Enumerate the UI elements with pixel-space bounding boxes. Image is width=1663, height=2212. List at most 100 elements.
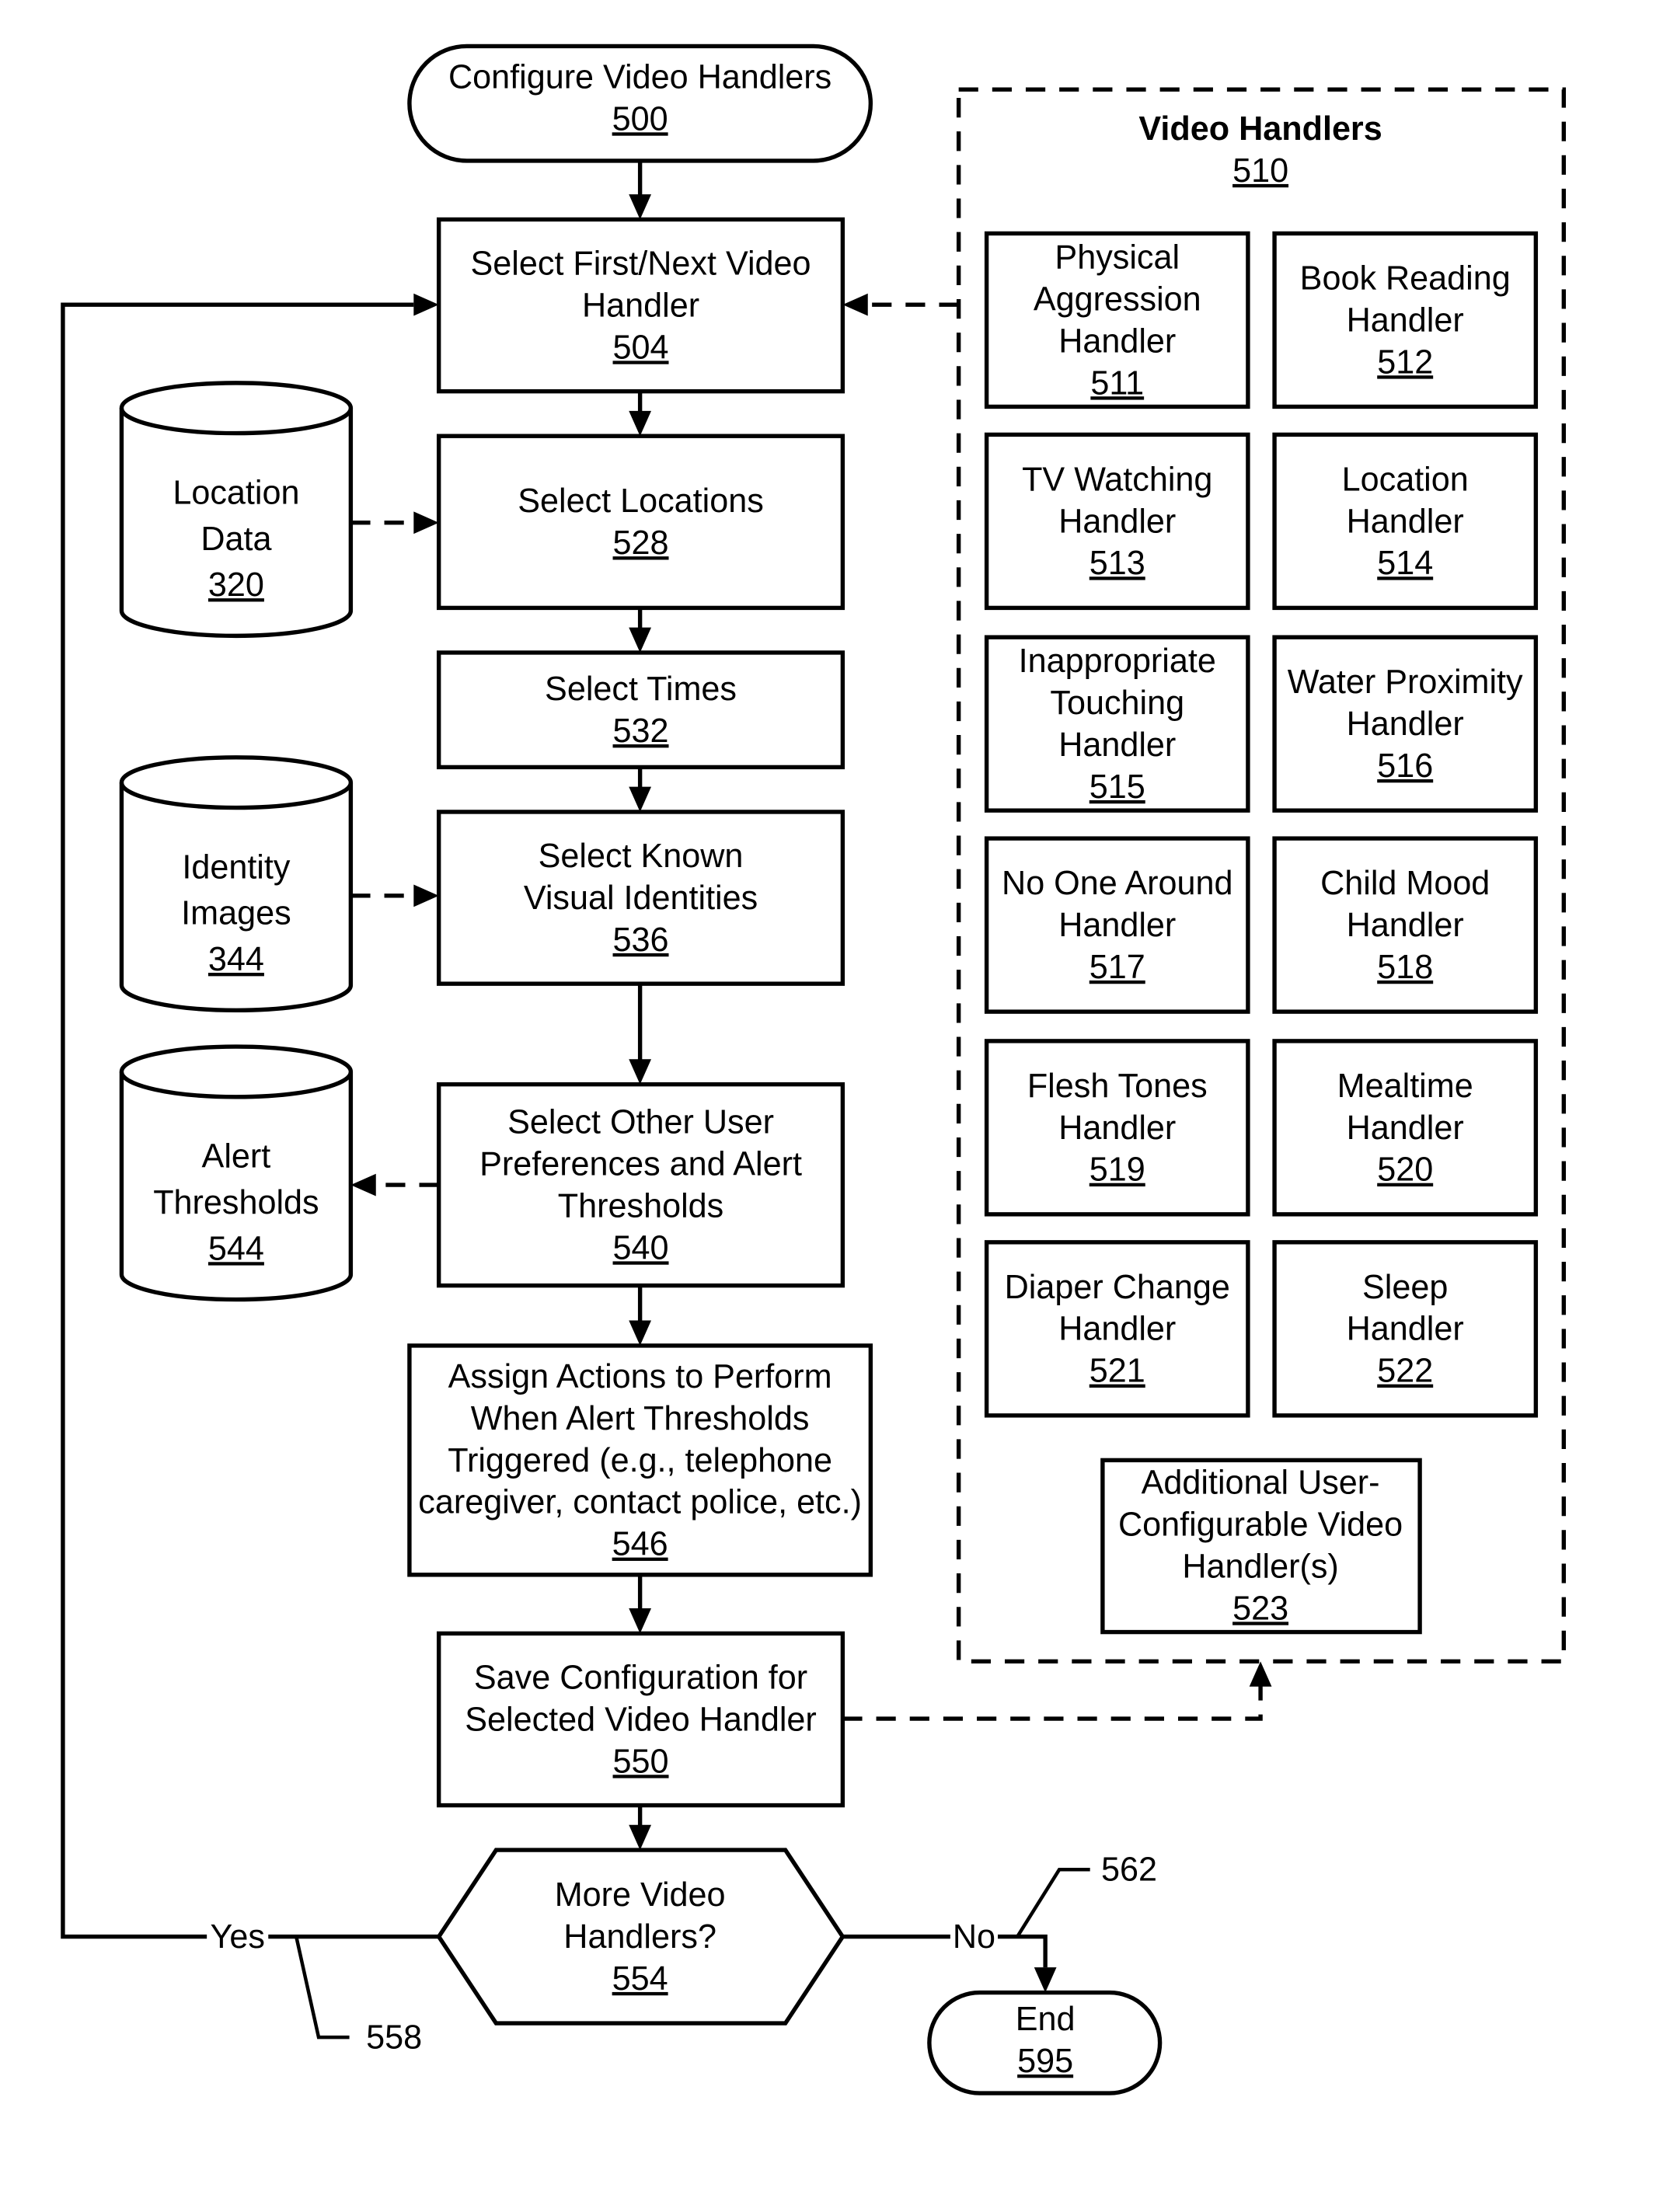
node-label-line: Flesh Tones <box>1027 1068 1208 1105</box>
node-label-line: Handlers? <box>563 1918 716 1956</box>
reference-number: 522 <box>1377 1353 1433 1390</box>
reference-number: 344 <box>208 941 264 978</box>
node-label-line: Data <box>200 521 271 558</box>
node-label-line: End <box>1016 2001 1076 2038</box>
node-label-line: Physical <box>1055 239 1180 276</box>
arrowhead-icon <box>629 194 652 220</box>
database-location-data: Location Data 320 <box>119 381 354 639</box>
node-label-line: Select Times <box>545 671 737 708</box>
arrowhead-icon <box>413 884 439 907</box>
reference-number: 550 <box>613 1743 669 1780</box>
node-label-line: Select Known <box>539 838 744 875</box>
node-label-line: Child Mood <box>1320 865 1490 902</box>
process-step-select-identities: Select Known Visual Identities 536 <box>436 810 845 986</box>
callout-leader-562 <box>1016 1868 1090 1938</box>
node-label-line: Handler <box>1347 1109 1464 1147</box>
node-label-line: Alert <box>202 1138 271 1176</box>
reference-number: 511 <box>1090 364 1144 402</box>
reference-number: 595 <box>1017 2043 1073 2080</box>
node-label-line: Thresholds <box>558 1187 723 1224</box>
reference-number: 536 <box>613 921 669 959</box>
node-label-line: Select Locations <box>518 482 764 520</box>
handler-512: Book Reading Handler 512 <box>1272 231 1539 409</box>
handler-514: Location Handler 514 <box>1272 432 1539 611</box>
reference-number: 320 <box>208 566 264 604</box>
callout-leader-558 <box>295 1936 350 2040</box>
handlers-group-title: Video Handlers <box>1138 110 1382 148</box>
handler-518: Child Mood Handler 518 <box>1272 836 1539 1014</box>
node-label-line: TV Watching <box>1022 461 1212 498</box>
node-label-line: Assign Actions to Perform <box>448 1358 832 1395</box>
reference-number: 521 <box>1089 1353 1145 1390</box>
reference-number: 520 <box>1377 1151 1433 1189</box>
node-label-line: More Video <box>555 1876 726 1914</box>
reference-number: 523 <box>1232 1590 1288 1627</box>
node-label-line: Triggered (e.g., telephone <box>448 1442 832 1479</box>
arrowhead-icon <box>629 1824 652 1851</box>
node-label-line: Thresholds <box>153 1184 319 1221</box>
node-label-line: Handler <box>1058 503 1176 540</box>
node-label-line: Configurable Video <box>1118 1506 1403 1543</box>
node-label-line: Diaper Change <box>1005 1269 1230 1306</box>
node-label-line: Handler <box>1347 705 1464 743</box>
arrowhead-icon <box>629 786 652 812</box>
arrowhead-icon <box>413 511 439 535</box>
database-identity-images: Identity Images 344 <box>119 755 354 1013</box>
reference-number: 516 <box>1377 747 1433 785</box>
callout-558: 558 <box>366 2019 422 2056</box>
handler-516: Water Proximity Handler 516 <box>1272 635 1539 813</box>
arrowhead-icon <box>629 1608 652 1634</box>
node-label-line: Water Proximity <box>1288 664 1523 701</box>
node-label-line: Handler <box>582 287 699 324</box>
handler-additional: Additional User- Configurable Video Handle… <box>1100 1458 1422 1635</box>
arrowhead-icon <box>1249 1661 1272 1687</box>
node-label-line: Handler <box>1058 907 1176 944</box>
reference-number: 517 <box>1089 949 1145 986</box>
node-label-line: Configure Video Handlers <box>448 58 832 96</box>
node-label-line: Location <box>1342 461 1469 498</box>
node-label-line: Handler <box>1347 503 1464 540</box>
database-alert-thresholds: Alert Thresholds 544 <box>119 1044 354 1302</box>
process-step-select-handler: Select First/Next Video Handler 504 <box>436 217 845 394</box>
reference-number: 513 <box>1089 545 1145 582</box>
connector-line <box>998 1934 1048 1968</box>
node-label-line: When Alert Thresholds <box>471 1400 810 1437</box>
node-label-line: Handler <box>1058 1109 1176 1147</box>
node-label-line: Select Other User <box>507 1104 774 1141</box>
process-step-save-config: Save Configuration for Selected Video Han… <box>436 1631 845 1808</box>
node-label-line: Additional User- <box>1142 1465 1380 1502</box>
flowchart: Configure Video Handlers 500 Select First/… <box>61 44 1567 2095</box>
reference-number: 519 <box>1089 1151 1145 1189</box>
process-step-assign-actions: Assign Actions to Perform When Alert Thre… <box>407 1343 873 1577</box>
handler-519: Flesh Tones Handler 519 <box>984 1039 1250 1217</box>
arrowhead-icon <box>629 410 652 437</box>
node-label-line: No One Around <box>1002 865 1232 902</box>
node-label-line: Location <box>173 474 299 511</box>
handlers-group-ref: 510 <box>1232 152 1288 190</box>
reference-number: 518 <box>1377 949 1433 986</box>
arrowhead-icon <box>413 293 439 316</box>
node-label-line: Handler <box>1347 907 1464 944</box>
reference-number: 514 <box>1377 545 1433 582</box>
arrowhead-icon <box>350 1173 376 1197</box>
reference-number: 500 <box>612 100 668 138</box>
process-step-select-preferences: Select Other User Preferences and Alert Th… <box>436 1082 845 1288</box>
node-label-line: Handler(s) <box>1182 1548 1338 1585</box>
reference-number: 554 <box>612 1960 668 1998</box>
node-label-line: Handler <box>1347 1311 1464 1348</box>
handler-513: TV Watching Handler 513 <box>984 432 1250 611</box>
handler-521: Diaper Change Handler 521 <box>984 1240 1250 1418</box>
process-step-select-locations: Select Locations 528 <box>436 434 845 611</box>
handler-511: Physical Aggression Handler 511 <box>984 231 1250 409</box>
arrowhead-icon <box>1034 1967 1057 1993</box>
node-label-line: Images <box>181 895 291 932</box>
reference-number: 546 <box>612 1526 668 1563</box>
reference-number: 512 <box>1377 343 1433 381</box>
node-label-line: Aggression <box>1034 280 1201 318</box>
save-to-handlers-line <box>842 1684 1263 1721</box>
arrowhead-icon <box>629 1320 652 1346</box>
yes-branch-label: Yes <box>211 1918 265 1956</box>
node-label-line: Select First/Next Video <box>471 246 811 283</box>
node-label-line: Handler <box>1058 322 1176 360</box>
reference-number: 532 <box>613 712 669 750</box>
